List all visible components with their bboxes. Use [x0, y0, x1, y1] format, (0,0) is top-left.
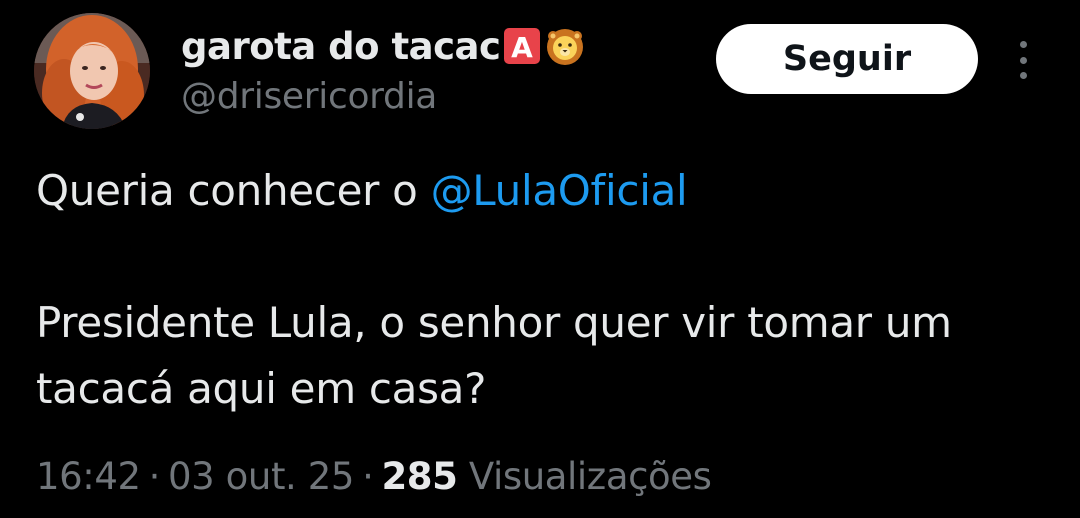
tweet-text: Queria conhecer o @LulaOficial President…	[36, 158, 1056, 422]
tweet-paragraph-2: Presidente Lula, o senhor quer vir tomar…	[36, 298, 952, 413]
follow-button[interactable]: Seguir	[716, 24, 978, 94]
mention-link[interactable]: @LulaOficial	[431, 166, 688, 215]
tweet-meta: 16:42 · 03 out. 25 · 285 Visualizações	[36, 455, 712, 498]
more-vertical-icon[interactable]	[1005, 38, 1041, 82]
tweet-line-1: Queria conhecer o @LulaOficial	[36, 158, 1056, 224]
display-name[interactable]: garota do tacac	[181, 25, 501, 68]
avatar-image	[34, 13, 150, 129]
views-label[interactable]: Visualizações	[469, 455, 712, 498]
more-dot	[1019, 56, 1027, 64]
author-handle[interactable]: @drisericordia	[181, 76, 437, 117]
tweet-date[interactable]: 03 out. 25	[168, 455, 354, 498]
views-count[interactable]: 285	[381, 455, 457, 498]
tweet-text-prefix: Queria conhecer o	[36, 166, 431, 215]
avatar[interactable]	[34, 13, 150, 129]
svg-text:A: A	[512, 31, 534, 64]
more-dot	[1019, 41, 1027, 48]
more-dot	[1019, 72, 1027, 79]
tweet-time[interactable]: 16:42	[36, 455, 141, 498]
meta-separator: ·	[362, 455, 374, 498]
author-name-row[interactable]: garota do tacac A	[181, 21, 585, 71]
lion-face-emoji-icon	[545, 26, 585, 66]
meta-separator: ·	[148, 455, 161, 498]
squared-a-emoji-icon: A	[503, 27, 541, 65]
